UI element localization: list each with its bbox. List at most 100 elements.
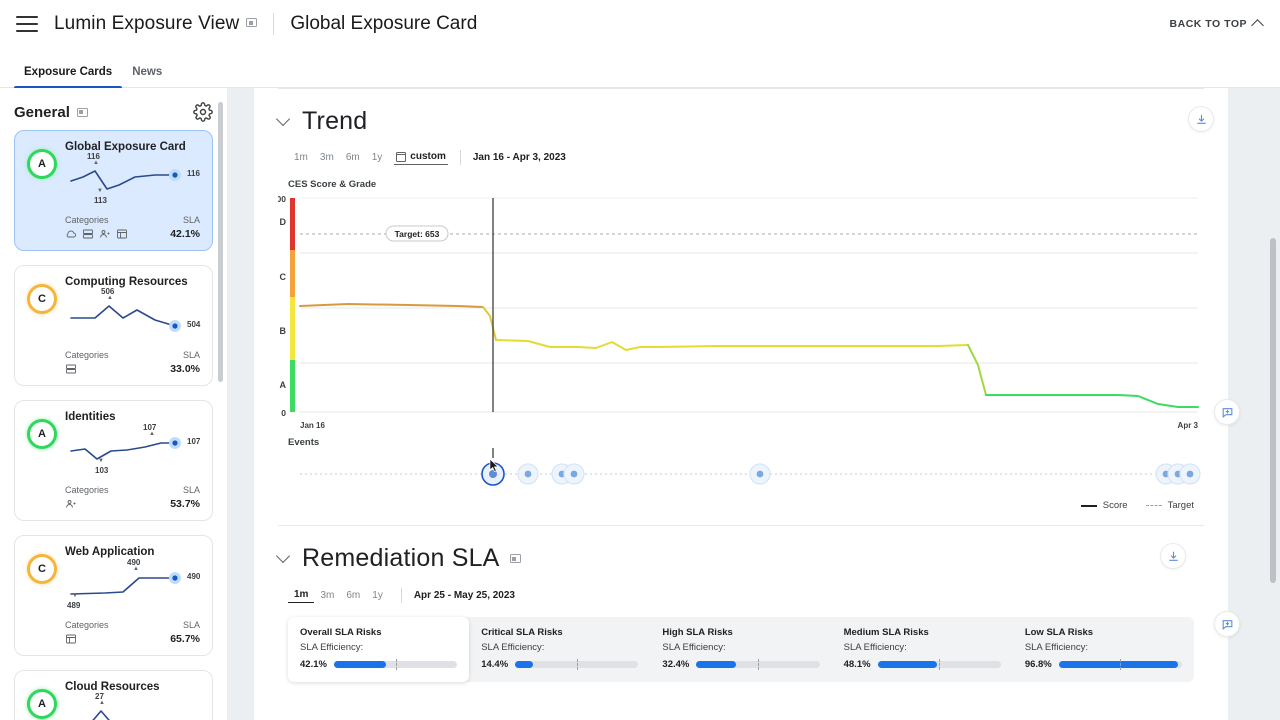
legend-item-score: Score (1081, 500, 1128, 511)
download-icon (1167, 550, 1180, 563)
trend-download-button[interactable] (1188, 106, 1214, 132)
sla-meter (878, 661, 1001, 668)
tab-news[interactable]: News (122, 66, 172, 87)
card-title: Identities (65, 411, 200, 423)
trend-comment-button[interactable] (1214, 399, 1240, 425)
sparkline-path (65, 560, 195, 612)
trend-range-6m[interactable]: 6m (340, 150, 366, 165)
trend-range-3m[interactable]: 3m (314, 150, 340, 165)
back-to-top-button[interactable]: BACK TO TOP (1170, 18, 1262, 30)
body-split: General A Global Exposure Card (0, 88, 1280, 720)
exposure-card-global-exposure-card[interactable]: A Global Exposure Card 116 ▲ (14, 130, 213, 251)
sla-tile-percent: 14.4% (481, 659, 508, 670)
card-categories: Categories (65, 215, 128, 240)
svg-text:800: 800 (278, 194, 286, 204)
trend-chart-svg[interactable]: Target: 653 800 D C B A 0 Jan 16 Apr 3 (278, 190, 1218, 430)
grade-badge: A (27, 689, 57, 719)
sparkline-path (65, 695, 195, 720)
title-divider (273, 13, 274, 35)
sla-meter (515, 661, 638, 668)
card-badge-icon (246, 18, 257, 27)
exposure-card-web-application[interactable]: C Web Application 490 ▲ (14, 535, 213, 656)
exposure-card-identities[interactable]: A Identities 107 ▲ (14, 400, 213, 521)
sla-tile-critical[interactable]: Critical SLA Risks SLA Efficiency: 14.4% (469, 617, 650, 682)
sla-meter-fill (515, 661, 533, 668)
hamburger-icon[interactable] (16, 16, 38, 32)
trend-range-1m[interactable]: 1m (288, 150, 314, 165)
grade-badge: A (27, 149, 57, 179)
card-footer: Categories SLA 33.0% (65, 350, 200, 375)
target-pill-label: Target: 653 (395, 229, 440, 239)
remediation-title: Remediation SLA (302, 544, 500, 573)
remediation-range-6m[interactable]: 6m (340, 588, 366, 603)
sparkline-current-value: 107 (187, 437, 200, 446)
sparkline-low-caret: ▼ (98, 458, 104, 464)
sidebar-scrollbar-thumb[interactable] (218, 102, 223, 382)
svg-text:D: D (280, 217, 287, 227)
exposure-card-computing-resources[interactable]: C Computing Resources 506 ▲ (14, 265, 213, 386)
sla-tile-low[interactable]: Low SLA Risks SLA Efficiency: 96.8% (1013, 617, 1194, 682)
identity-icon (65, 498, 77, 510)
sparkline: 107 ▲ 103 ▼ 107 (65, 425, 200, 483)
main-scrollbar-thumb[interactable] (1270, 238, 1276, 583)
sla-efficiency-label: SLA Efficiency: (662, 642, 819, 653)
remediation-header: Remediation SLA (278, 526, 1204, 579)
categories-label: Categories (65, 620, 109, 630)
remediation-range-1y[interactable]: 1y (366, 588, 389, 603)
events-timeline[interactable] (278, 448, 1218, 494)
sla-meter-row: 42.1% (300, 659, 457, 670)
remediation-range-3m[interactable]: 3m (314, 588, 340, 603)
remediation-date-range: Apr 25 - May 25, 2023 (414, 590, 515, 601)
card-body: Global Exposure Card 116 ▲ 113 (65, 141, 200, 240)
card-categories: Categories (65, 485, 109, 510)
legend-label-score: Score (1103, 500, 1128, 511)
category-icon-row (65, 498, 109, 510)
card-footer: Categories SLA 53.7% (65, 485, 200, 510)
sla-tile-percent: 32.4% (662, 659, 689, 670)
sla-tiles-strip: Overall SLA Risks SLA Efficiency: 42.1% (288, 617, 1194, 682)
card-footer: Categories SLA 65.7% (65, 620, 200, 645)
card-title: Computing Resources (65, 276, 200, 288)
svg-text:Jan 16: Jan 16 (300, 421, 325, 430)
sla-tile-percent: 96.8% (1025, 659, 1052, 670)
trend-date-range: Jan 16 - Apr 3, 2023 (473, 152, 566, 163)
trend-custom-range-button[interactable]: custom (394, 150, 448, 165)
card-body: Cloud Resources 27 ▲ 19 ▼ (65, 681, 200, 720)
svg-text:C: C (280, 272, 287, 282)
sla-tile-medium[interactable]: Medium SLA Risks SLA Efficiency: 48.1% (832, 617, 1013, 682)
tab-bar: Exposure Cards News (0, 48, 1280, 88)
trend-custom-label: custom (410, 151, 446, 162)
sla-tile-high[interactable]: High SLA Risks SLA Efficiency: 32.4% (650, 617, 831, 682)
exposure-card-cloud-resources[interactable]: A Cloud Resources 27 ▲ (14, 670, 213, 720)
tab-exposure-cards[interactable]: Exposure Cards (14, 66, 122, 87)
remediation-range-1m[interactable]: 1m (288, 587, 314, 603)
download-icon (1195, 113, 1208, 126)
sla-tile-title: Overall SLA Risks (300, 627, 457, 638)
app-title-text: Lumin Exposure View (54, 13, 239, 34)
card-categories: Categories (65, 620, 109, 645)
sla-tile-title: Low SLA Risks (1025, 627, 1182, 638)
sparkline-high-caret: ▲ (149, 431, 155, 437)
sla-tile-overall[interactable]: Overall SLA Risks SLA Efficiency: 42.1% (288, 617, 469, 682)
sidebar: General A Global Exposure Card (0, 88, 228, 720)
sla-value: 53.7% (170, 498, 200, 510)
sla-meter-row: 14.4% (481, 659, 638, 670)
sla-meter-tick (396, 659, 397, 670)
remediation-comment-button[interactable] (1214, 611, 1240, 637)
remediation-download-button[interactable] (1160, 543, 1186, 569)
sidebar-scrollbar-track[interactable] (220, 94, 225, 714)
chevron-down-icon[interactable] (276, 549, 290, 563)
gear-icon[interactable] (193, 102, 213, 122)
chevron-up-icon (1251, 19, 1264, 32)
trend-range-1y[interactable]: 1y (366, 150, 389, 165)
sla-meter-tick (577, 659, 578, 670)
sparkline-path (65, 425, 195, 477)
sla-tile-title: Medium SLA Risks (844, 627, 1001, 638)
legend-swatch-dashed (1146, 505, 1162, 506)
chevron-down-icon[interactable] (276, 112, 290, 126)
card-sla: SLA 33.0% (170, 350, 200, 375)
card-title: Global Exposure Card (65, 141, 200, 153)
cloud-icon (65, 228, 77, 240)
sla-meter-tick (939, 659, 940, 670)
svg-text:0: 0 (281, 408, 286, 418)
